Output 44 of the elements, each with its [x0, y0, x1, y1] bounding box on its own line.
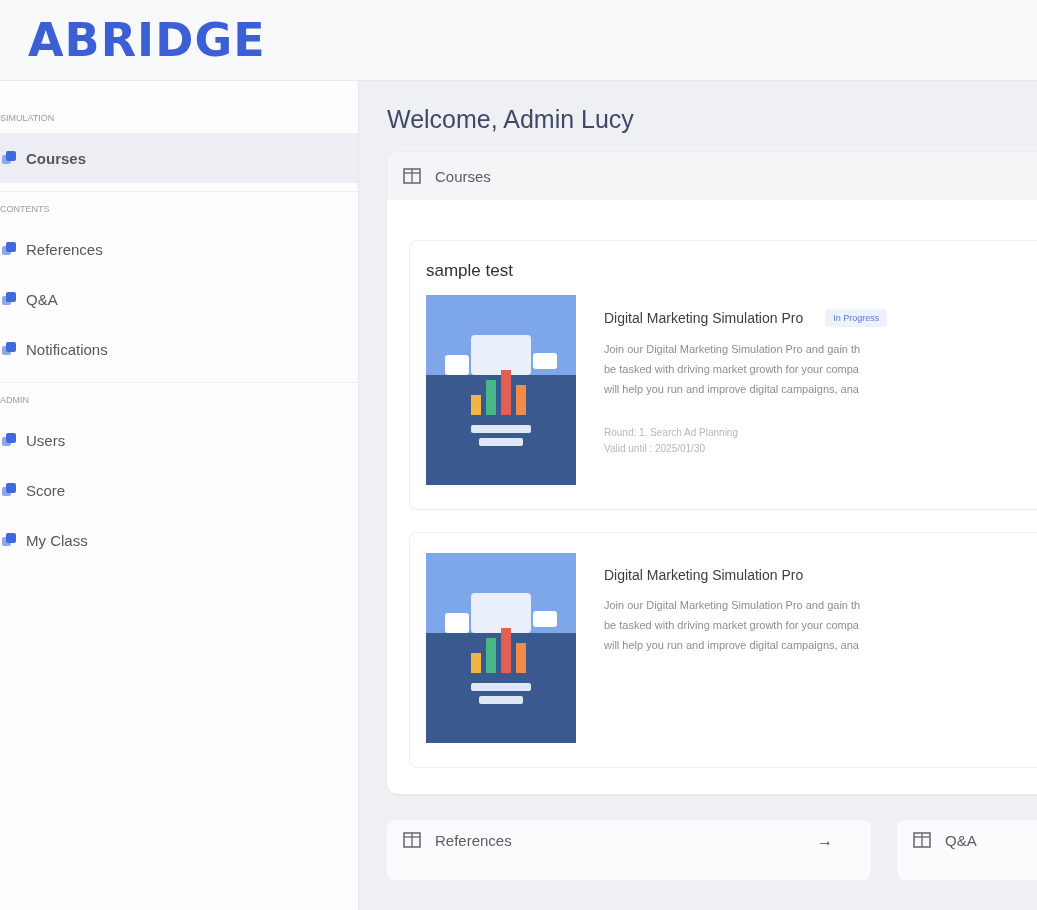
arrow-link[interactable]: →	[817, 832, 833, 850]
section-label: ADMIN	[0, 394, 30, 407]
course-title[interactable]: Digital Marketing Simulation Pro	[604, 310, 804, 326]
sidebar-item-label: Courses	[26, 149, 87, 167]
course-description: Join our Digital Marketing Simulation Pro and gain th be tasked with driving market growth for your compa will help you run and improve digital campaigns, ana	[604, 598, 861, 653]
book-icon	[403, 168, 421, 184]
status-badge: In Progress	[825, 309, 888, 327]
sidebar-item-label: Score	[26, 481, 66, 499]
sidebar-item[interactable]: Q&A	[0, 274, 358, 324]
panel-title: References	[435, 832, 512, 849]
sidebar-item[interactable]: References	[0, 224, 358, 274]
sidebar-item-label: References	[26, 240, 103, 258]
sidebar-item[interactable]: Notifications	[0, 324, 358, 374]
course-title[interactable]: Digital Marketing Simulation Pro	[604, 567, 804, 583]
stack-icon	[2, 242, 16, 256]
sidebar-item[interactable]: Score	[0, 465, 358, 515]
summary-panel[interactable]: Q&A	[897, 820, 1037, 880]
welcome-heading: Welcome, Admin Lucy	[387, 105, 635, 134]
stack-icon	[2, 342, 16, 356]
sidebar-item[interactable]: Users	[0, 415, 358, 465]
section-label: CONTENTS	[0, 203, 51, 216]
course-card[interactable]	[409, 240, 1037, 510]
stack-icon	[2, 483, 16, 497]
sidebar-item-label: Q&A	[26, 290, 58, 308]
stack-icon	[2, 292, 16, 306]
stack-icon	[2, 533, 16, 547]
stack-icon	[2, 433, 16, 447]
course-card[interactable]: Digital Marketing Simulation Pro Join our Digital Marketing Simulation Pro and gain th be tasked with driving market growth for your compa will help you run and improve digital campaigns, ana	[409, 532, 1037, 768]
book-icon	[403, 832, 421, 848]
course-meta: Round: 1. Search Ad Planning Valid until : 2025/01/30	[604, 426, 739, 456]
logo[interactable]: ABRIDGE	[28, 13, 266, 67]
sidebar-item[interactable]: My Class	[0, 515, 358, 565]
stack-icon	[2, 151, 16, 165]
sidebar-item[interactable]: Courses	[0, 133, 358, 183]
panel-title: Q&A	[945, 832, 977, 849]
panel-title: Courses	[435, 167, 491, 185]
course-description: Join our Digital Marketing Simulation Pro and gain th be tasked with driving market growth for your compa will help you run and improve digital campaigns, ana	[604, 342, 862, 397]
sidebar-item-label: Users	[26, 431, 66, 449]
sidebar-item-label: My Class	[26, 531, 88, 549]
sidebar-item-label: Notifications	[26, 340, 108, 358]
book-icon	[913, 832, 931, 848]
card-title: sample test	[426, 261, 514, 281]
section-label: SIMULATION	[0, 112, 56, 125]
summary-panel[interactable]: References →	[387, 820, 871, 880]
